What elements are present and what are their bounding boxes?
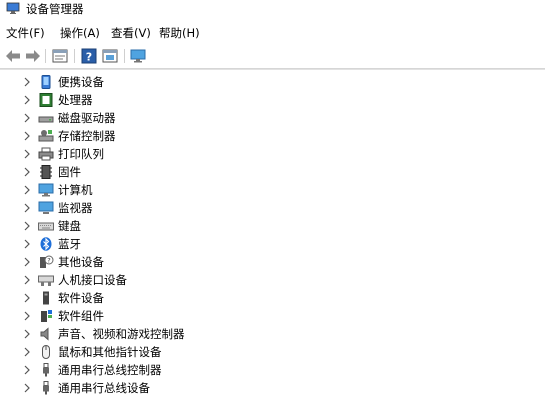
software-component-icon — [41, 310, 52, 322]
tree-item[interactable]: 软件设备 — [0, 289, 545, 307]
menu-file[interactable]: 文件(F) — [6, 25, 45, 41]
chevron-right-icon[interactable] — [22, 329, 32, 339]
chevron-right-icon[interactable] — [22, 131, 32, 141]
window-title: 设备管理器 — [26, 2, 84, 16]
chevron-right-icon[interactable] — [22, 203, 32, 213]
tree-item[interactable]: 打印队列 — [0, 145, 545, 163]
view-icon[interactable] — [101, 47, 119, 65]
tree-item-label: 通用串行总线控制器 — [58, 363, 162, 377]
tree-item-label: 人机接口设备 — [58, 273, 127, 287]
tree-item[interactable]: 固件 — [0, 163, 545, 181]
printer-icon — [38, 147, 54, 161]
chevron-right-icon[interactable] — [22, 239, 32, 249]
sound-icon — [40, 327, 49, 341]
portable-device-icon — [41, 75, 51, 89]
menu-view[interactable]: 查看(V) — [111, 25, 151, 41]
menu-action[interactable]: 操作(A) — [60, 25, 100, 41]
toolbar-separator — [45, 49, 46, 63]
tree-item-label: 磁盘驱动器 — [58, 111, 116, 125]
tree-item[interactable]: 声音、视频和游戏控制器 — [0, 325, 545, 343]
toolbar-separator — [74, 49, 75, 63]
toolbar: ? — [0, 44, 545, 69]
help-icon[interactable]: ? — [80, 47, 98, 65]
tree-item-label: 处理器 — [58, 93, 93, 107]
storage-controller-icon — [38, 130, 54, 142]
device-manager-icon — [6, 2, 20, 14]
tree-item-label: 监视器 — [58, 201, 93, 215]
chevron-right-icon[interactable] — [22, 383, 32, 393]
tree-item-label: 打印队列 — [58, 147, 104, 161]
usb-icon — [43, 363, 49, 377]
tree-item[interactable]: 存储控制器 — [0, 127, 545, 145]
chevron-right-icon[interactable] — [22, 257, 32, 267]
chevron-right-icon[interactable] — [22, 95, 32, 105]
tree-item[interactable]: 蓝牙 — [0, 235, 545, 253]
menu-help[interactable]: 帮助(H) — [159, 25, 200, 41]
computer-icon — [38, 183, 54, 197]
back-arrow-icon[interactable] — [4, 47, 22, 65]
tree-item[interactable]: 计算机 — [0, 181, 545, 199]
tree-item-label: 键盘 — [58, 219, 81, 233]
forward-arrow-icon[interactable] — [24, 47, 42, 65]
other-device-icon: ? — [40, 255, 54, 268]
disk-drive-icon — [38, 116, 54, 123]
device-tree: 便携设备 处理器 磁盘驱动器 存储控制器 打印队列 固件 计算机 监视器 键盘 … — [0, 69, 545, 401]
tree-item-label: 声音、视频和游戏控制器 — [58, 327, 185, 341]
monitor-scan-icon[interactable] — [129, 47, 147, 65]
tree-item[interactable]: 软件组件 — [0, 307, 545, 325]
tree-item[interactable]: 鼠标和其他指针设备 — [0, 343, 545, 361]
chevron-right-icon[interactable] — [22, 311, 32, 321]
chevron-right-icon[interactable] — [22, 167, 32, 177]
bluetooth-icon — [40, 237, 52, 251]
menu-bar: 文件(F) 操作(A) 查看(V) 帮助(H) — [0, 24, 545, 42]
tree-item[interactable]: 人机接口设备 — [0, 271, 545, 289]
tree-item[interactable]: 便携设备 — [0, 73, 545, 91]
chevron-right-icon[interactable] — [22, 275, 32, 285]
tree-item-label: 软件组件 — [58, 309, 104, 323]
tree-item-label: 蓝牙 — [58, 237, 81, 251]
processor-icon — [39, 93, 53, 107]
chevron-right-icon[interactable] — [22, 221, 32, 231]
chevron-right-icon[interactable] — [22, 149, 32, 159]
tree-item[interactable]: 通用串行总线控制器 — [0, 361, 545, 379]
tree-item-label: 其他设备 — [58, 255, 104, 269]
chevron-right-icon[interactable] — [22, 293, 32, 303]
tree-item-label: 便携设备 — [58, 75, 104, 89]
svg-text:?: ? — [86, 51, 92, 64]
properties-icon[interactable] — [51, 47, 69, 65]
keyboard-icon — [38, 222, 54, 231]
tree-item[interactable]: 键盘 — [0, 217, 545, 235]
software-device-icon — [43, 291, 49, 305]
chevron-right-icon[interactable] — [22, 113, 32, 123]
tree-item-label: 通用串行总线设备 — [58, 381, 150, 395]
tree-item-label: 存储控制器 — [58, 129, 116, 143]
title-bar: 设备管理器 — [0, 0, 545, 20]
tree-item-label: 鼠标和其他指针设备 — [58, 345, 162, 359]
tree-item[interactable]: 通用串行总线设备 — [0, 379, 545, 397]
monitor-icon — [38, 201, 54, 214]
hid-icon — [38, 275, 54, 286]
toolbar-separator — [124, 49, 125, 63]
tree-item[interactable]: 处理器 — [0, 91, 545, 109]
tree-item[interactable]: 磁盘驱动器 — [0, 109, 545, 127]
tree-item[interactable]: ? 其他设备 — [0, 253, 545, 271]
chevron-right-icon[interactable] — [22, 185, 32, 195]
tree-item-label: 固件 — [58, 165, 81, 179]
mouse-icon — [42, 345, 50, 359]
chevron-right-icon[interactable] — [22, 347, 32, 357]
tree-item-label: 软件设备 — [58, 291, 104, 305]
tree-item-label: 计算机 — [58, 183, 93, 197]
svg-text:?: ? — [47, 257, 50, 265]
chevron-right-icon[interactable] — [22, 365, 32, 375]
chevron-right-icon[interactable] — [22, 77, 32, 87]
firmware-icon — [40, 165, 52, 179]
usb-icon — [43, 381, 49, 395]
tree-item[interactable]: 监视器 — [0, 199, 545, 217]
